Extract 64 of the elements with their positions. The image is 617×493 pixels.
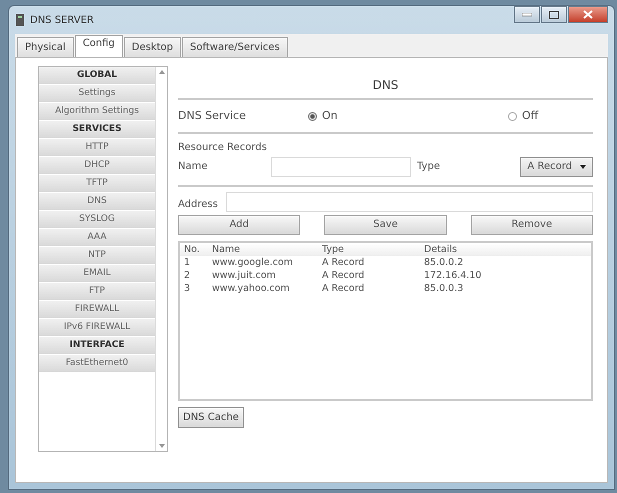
sidebar-item[interactable]: SYSLOG xyxy=(39,211,155,229)
minimize-icon xyxy=(522,12,532,16)
tab[interactable]: Software/Services xyxy=(182,37,288,57)
server-icon xyxy=(15,13,25,27)
sidebar-heading: SERVICES xyxy=(39,121,155,139)
sidebar-item[interactable]: DHCP xyxy=(39,157,155,175)
column-header: Details xyxy=(424,242,458,256)
table-cell-text: 85.0.0.2 xyxy=(424,256,464,268)
close-icon xyxy=(583,10,593,19)
scroll-up-icon[interactable] xyxy=(158,70,164,74)
table-cell-text: A Record xyxy=(322,268,366,282)
sidebar-item[interactable]: IPv6 FIREWALL xyxy=(39,319,155,337)
minimize-button[interactable] xyxy=(514,6,540,23)
sidebar-item[interactable]: AAA xyxy=(39,229,155,247)
address-field[interactable] xyxy=(226,192,593,212)
maximize-button[interactable] xyxy=(541,6,567,23)
sidebar-item[interactable]: FIREWALL xyxy=(39,301,155,319)
sidebar-heading: GLOBAL xyxy=(39,67,155,85)
action-button[interactable]: Save xyxy=(324,214,447,234)
field-label: Type xyxy=(417,160,441,174)
field-label: Name xyxy=(178,160,209,174)
sidebar-heading: INTERFACE xyxy=(39,337,155,355)
table-cell-text: www.google.com xyxy=(212,256,294,268)
sidebar-item[interactable]: Settings xyxy=(39,85,155,103)
sidebar-item[interactable]: DNS xyxy=(39,193,155,211)
sidebar-item[interactable]: Algorithm Settings xyxy=(39,103,155,121)
column-header: Type xyxy=(322,242,345,256)
action-button[interactable]: Add xyxy=(178,214,300,234)
sidebar-item[interactable]: FastEthernet0 xyxy=(39,355,155,373)
caret-icon xyxy=(580,164,586,168)
sidebar-item[interactable]: HTTP xyxy=(39,139,155,157)
table-cell-text: www.juit.com xyxy=(212,268,277,282)
sidebar-item[interactable]: EMAIL xyxy=(39,265,155,283)
service-label: DNS Service xyxy=(178,108,247,124)
tab[interactable]: Config xyxy=(74,35,123,57)
tab[interactable]: Desktop xyxy=(124,37,182,57)
action-button[interactable]: Remove xyxy=(470,214,593,234)
scrollbar[interactable] xyxy=(155,67,167,451)
radio-option[interactable]: On xyxy=(308,108,508,124)
table-cell-text: 172.16.4.10 xyxy=(424,268,482,282)
table-cell-text: A Record xyxy=(322,256,366,268)
sidebar-item[interactable]: FTP xyxy=(39,283,155,301)
maximize-icon xyxy=(549,10,559,18)
column-header: Name xyxy=(212,242,242,256)
column-header: No. xyxy=(184,242,201,256)
table-cell-text: www.yahoo.com xyxy=(212,282,291,294)
table-cell-text: 1 xyxy=(184,256,192,268)
panel-title: DNS xyxy=(178,76,593,100)
table-cell-text: A Record xyxy=(322,282,366,294)
sidebar-item[interactable]: NTP xyxy=(39,247,155,265)
scroll-down-icon[interactable] xyxy=(158,444,164,448)
tab[interactable]: Physical xyxy=(17,37,74,57)
type-dropdown[interactable]: A Record xyxy=(520,156,593,176)
field-label: Address xyxy=(178,198,219,212)
name-field[interactable] xyxy=(271,156,411,176)
close-button[interactable] xyxy=(568,6,608,23)
table-cell-text: 2 xyxy=(184,268,192,282)
radio-option[interactable]: Off xyxy=(508,108,538,124)
table-cell-text: 3 xyxy=(184,282,192,294)
window-title: DNS SERVER xyxy=(30,14,94,28)
table-cell-text: 85.0.0.3 xyxy=(424,282,464,294)
dns-cache-button[interactable]: DNS Cache xyxy=(178,406,244,428)
section-heading: Resource Records xyxy=(178,140,268,154)
sidebar-item[interactable]: TFTP xyxy=(39,175,155,193)
